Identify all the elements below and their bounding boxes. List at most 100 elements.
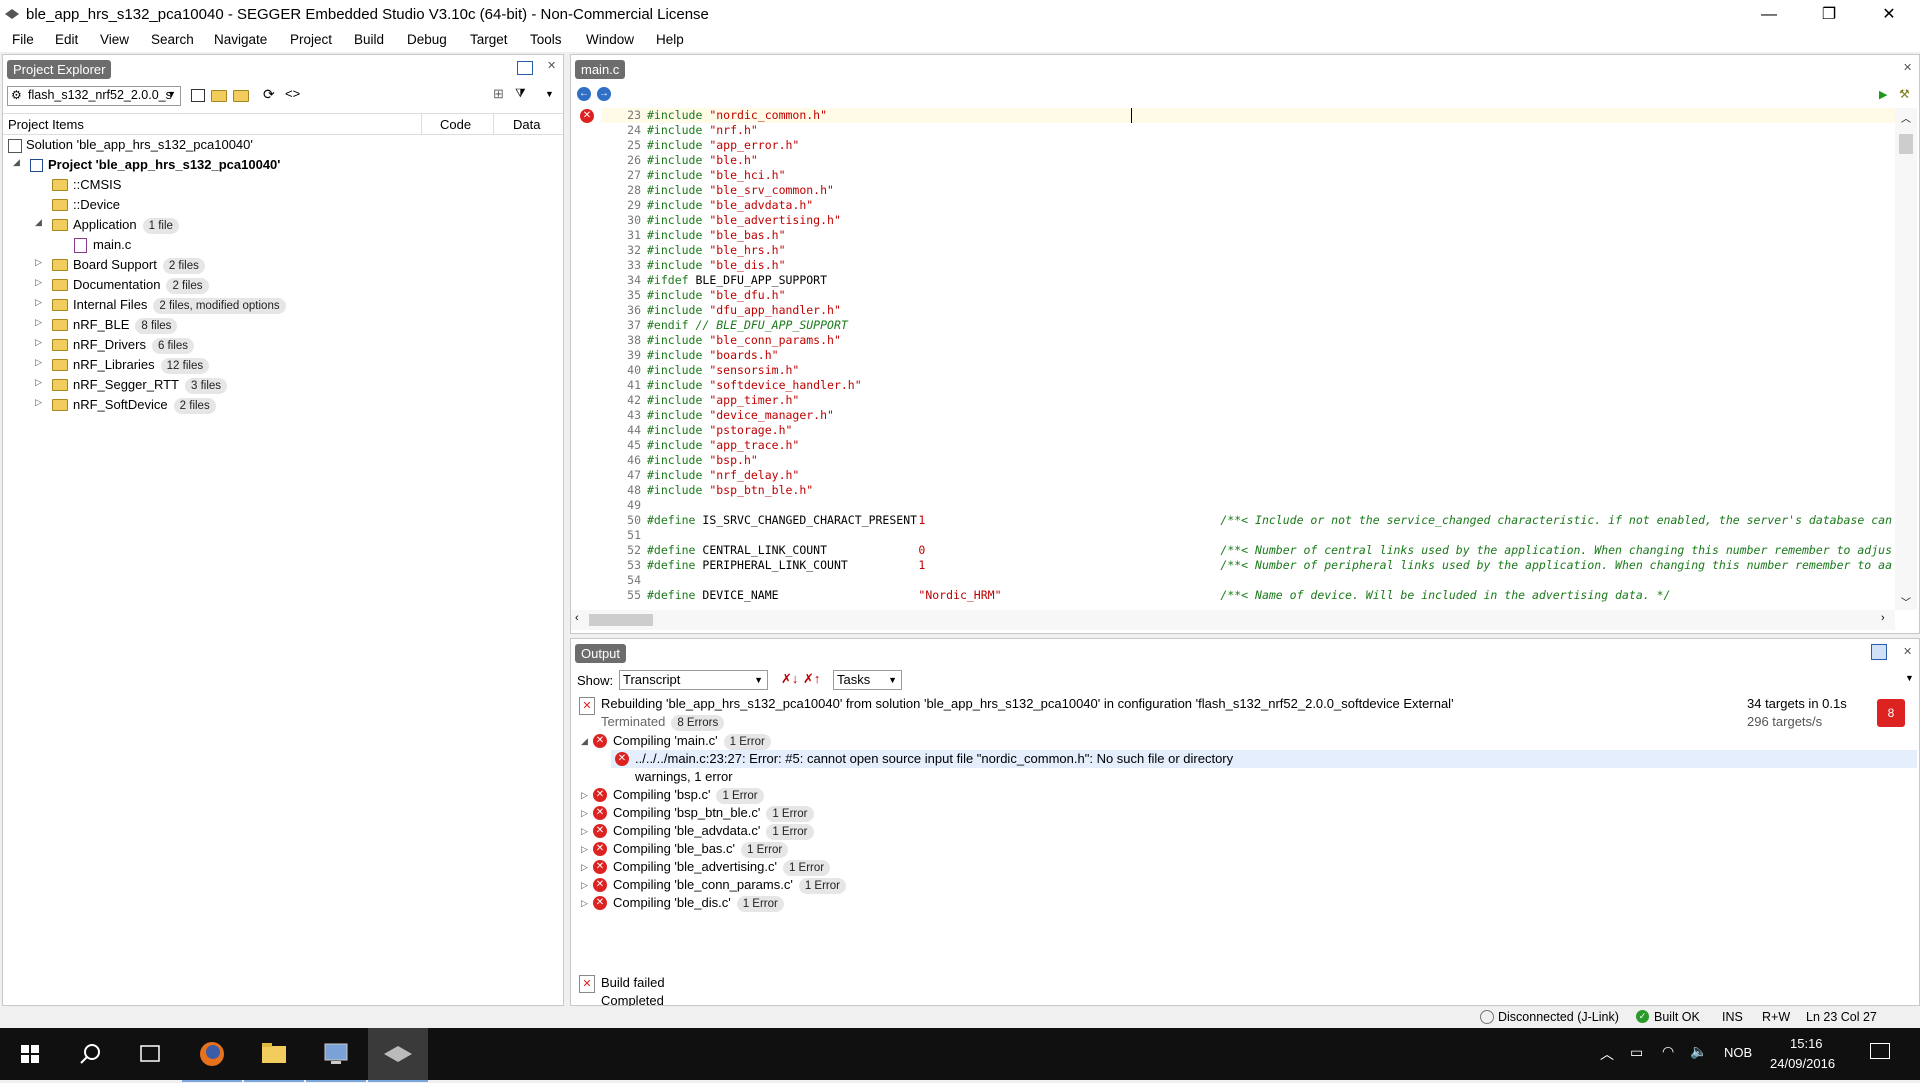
menu-navigate[interactable]: Navigate: [214, 32, 267, 47]
vertical-scrollbar[interactable]: ︿ ﹀: [1895, 108, 1917, 610]
code-line[interactable]: 46 #include "bsp.h": [599, 453, 758, 468]
error-marker-icon[interactable]: ✕: [580, 109, 594, 123]
minimize-button[interactable]: —: [1746, 0, 1792, 30]
tree-item-application[interactable]: Application 1 file: [52, 215, 179, 235]
column-divider[interactable]: [493, 114, 494, 134]
tree-item-nrf-libraries[interactable]: nRF_Libraries 12 files: [52, 355, 210, 375]
close-panel-icon[interactable]: ✕: [1903, 645, 1912, 658]
collapse-arrow-icon[interactable]: ▷: [581, 790, 588, 801]
tree-item-cmsis[interactable]: ::CMSIS: [52, 175, 121, 195]
collapse-arrow-icon[interactable]: ▷: [581, 880, 588, 891]
scroll-up-icon[interactable]: ︿: [1901, 110, 1911, 125]
code-line[interactable]: 24 #include "nrf.h": [599, 123, 758, 138]
remote-desktop-taskbar-item[interactable]: [306, 1028, 366, 1082]
menu-edit[interactable]: Edit: [55, 32, 78, 47]
compile-row-label[interactable]: Compiling 'ble_advdata.c' 1 Error: [613, 822, 814, 840]
rebuild-message[interactable]: Rebuilding 'ble_app_hrs_s132_pca10040' f…: [601, 695, 1454, 713]
tree-item-nrf-segger-rtt[interactable]: nRF_Segger_RTT 3 files: [52, 375, 228, 395]
menu-debug[interactable]: Debug: [407, 32, 447, 47]
column-code[interactable]: Code: [440, 117, 471, 132]
compile-row-label[interactable]: Compiling 'ble_advertising.c' 1 Error: [613, 858, 831, 876]
tree-item-device[interactable]: ::Device: [52, 195, 120, 215]
code-line[interactable]: 31 #include "ble_bas.h": [599, 228, 785, 243]
file-explorer-taskbar-item[interactable]: [244, 1028, 304, 1082]
collapse-arrow-icon[interactable]: ▷: [35, 397, 42, 408]
clock-date[interactable]: 24/09/2016: [1770, 1056, 1835, 1071]
code-line[interactable]: 37 #endif // BLE_DFU_APP_SUPPORT: [599, 318, 848, 333]
new-file-icon[interactable]: [191, 89, 205, 102]
menu-window[interactable]: Window: [586, 32, 634, 47]
expand-arrow-icon[interactable]: ◢: [581, 736, 588, 747]
code-line[interactable]: 45 #include "app_trace.h": [599, 438, 799, 453]
code-line[interactable]: 52 #define CENTRAL_LINK_COUNT 0 /**< Number…: [599, 543, 1892, 558]
output-tab[interactable]: Output: [575, 644, 627, 663]
collapse-arrow-icon[interactable]: ▷: [581, 898, 588, 909]
cursor-position[interactable]: Ln 23 Col 27: [1806, 1010, 1877, 1024]
run-icon[interactable]: ▶: [1879, 88, 1887, 101]
code-line[interactable]: 55 #define DEVICE_NAME "Nordic_HRM" /**< Na…: [599, 588, 1670, 603]
code-line[interactable]: 43 #include "device_manager.h": [599, 408, 834, 423]
prev-error-icon[interactable]: ✗↑: [803, 671, 820, 687]
editor-tab-main-c[interactable]: main.c: [575, 60, 626, 79]
code-line[interactable]: 29 #include "ble_advdata.h": [599, 198, 813, 213]
maximize-panel-icon[interactable]: [517, 61, 533, 75]
build-status[interactable]: Built OK: [1654, 1010, 1700, 1024]
menu-view[interactable]: View: [100, 32, 129, 47]
show-select[interactable]: Transcript ▼: [619, 670, 768, 690]
tree-item-nrf-drivers[interactable]: nRF_Drivers 6 files: [52, 335, 195, 355]
code-line[interactable]: 42 #include "app_timer.h": [599, 393, 799, 408]
scroll-down-icon[interactable]: ﹀: [1901, 594, 1911, 609]
menu-build[interactable]: Build: [354, 32, 384, 47]
start-button[interactable]: [0, 1028, 60, 1080]
tree-item-main-c[interactable]: main.c: [74, 235, 131, 255]
code-line[interactable]: 40 #include "sensorsim.h": [599, 363, 799, 378]
compile-main-row[interactable]: Compiling 'main.c' 1 Error: [613, 732, 771, 750]
compile-row-label[interactable]: Compiling 'ble_bas.c' 1 Error: [613, 840, 789, 858]
code-line[interactable]: 35 #include "ble_dfu.h": [599, 288, 785, 303]
collapse-arrow-icon[interactable]: ▷: [35, 317, 42, 328]
code-line[interactable]: 48 #include "bsp_btn_ble.h": [599, 483, 813, 498]
collapse-arrow-icon[interactable]: ▷: [581, 808, 588, 819]
wifi-icon[interactable]: ◠: [1662, 1043, 1674, 1060]
read-write-mode[interactable]: R+W: [1762, 1010, 1790, 1024]
task-view-button[interactable]: [120, 1028, 180, 1080]
back-arrow-icon[interactable]: ←: [577, 87, 591, 101]
code-view-icon[interactable]: <>: [285, 86, 300, 101]
code-line[interactable]: 38 #include "ble_conn_params.h": [599, 333, 841, 348]
code-line[interactable]: 33 #include "ble_dis.h": [599, 258, 785, 273]
close-panel-icon[interactable]: ✕: [547, 59, 556, 72]
close-panel-icon[interactable]: ✕: [1903, 61, 1912, 74]
options-chevron-icon[interactable]: ▼: [1905, 673, 1914, 683]
forward-arrow-icon[interactable]: →: [597, 87, 611, 101]
connection-status[interactable]: Disconnected (J-Link): [1498, 1010, 1619, 1024]
code-line[interactable]: 51: [599, 528, 647, 543]
insert-mode[interactable]: INS: [1722, 1010, 1743, 1024]
tasks-select[interactable]: Tasks ▼: [833, 670, 902, 690]
code-line[interactable]: 50 #define IS_SRVC_CHANGED_CHARACT_PRESEN…: [599, 513, 1892, 528]
code-line[interactable]: 49: [599, 498, 647, 513]
code-line[interactable]: 28 #include "ble_srv_common.h": [599, 183, 834, 198]
search-button[interactable]: [60, 1028, 120, 1080]
column-project-items[interactable]: Project Items: [8, 117, 84, 132]
scroll-right-icon[interactable]: ›: [1881, 612, 1885, 624]
menu-tools[interactable]: Tools: [530, 32, 562, 47]
input-language[interactable]: NOB: [1724, 1045, 1752, 1060]
code-line[interactable]: 32 #include "ble_hrs.h": [599, 243, 785, 258]
code-line[interactable]: 30 #include "ble_advertising.h": [599, 213, 841, 228]
code-line[interactable]: 27 #include "ble_hci.h": [599, 168, 785, 183]
menu-help[interactable]: Help: [656, 32, 684, 47]
notification-icon[interactable]: [1870, 1043, 1890, 1059]
code-line[interactable]: 47 #include "nrf_delay.h": [599, 468, 799, 483]
menu-file[interactable]: File: [12, 32, 34, 47]
code-editor[interactable]: ✕ 23 #include "nordic_common.h" 24 #include…: [571, 108, 1895, 610]
open-folder-icon[interactable]: [211, 88, 232, 103]
code-line[interactable]: 26 #include "ble.h": [599, 153, 758, 168]
scrollbar-thumb[interactable]: [1899, 134, 1913, 154]
code-line[interactable]: 23 #include "nordic_common.h": [599, 108, 827, 123]
column-divider[interactable]: [421, 114, 422, 134]
collapse-arrow-icon[interactable]: ▷: [35, 297, 42, 308]
compile-row-label[interactable]: Compiling 'ble_conn_params.c' 1 Error: [613, 876, 846, 894]
config-select[interactable]: ⚙ flash_s132_nrf52_2.0.0_s ▼: [7, 86, 181, 106]
firefox-taskbar-item[interactable]: [182, 1028, 242, 1082]
tree-item-nrf-softdevice[interactable]: nRF_SoftDevice 2 files: [52, 395, 216, 415]
